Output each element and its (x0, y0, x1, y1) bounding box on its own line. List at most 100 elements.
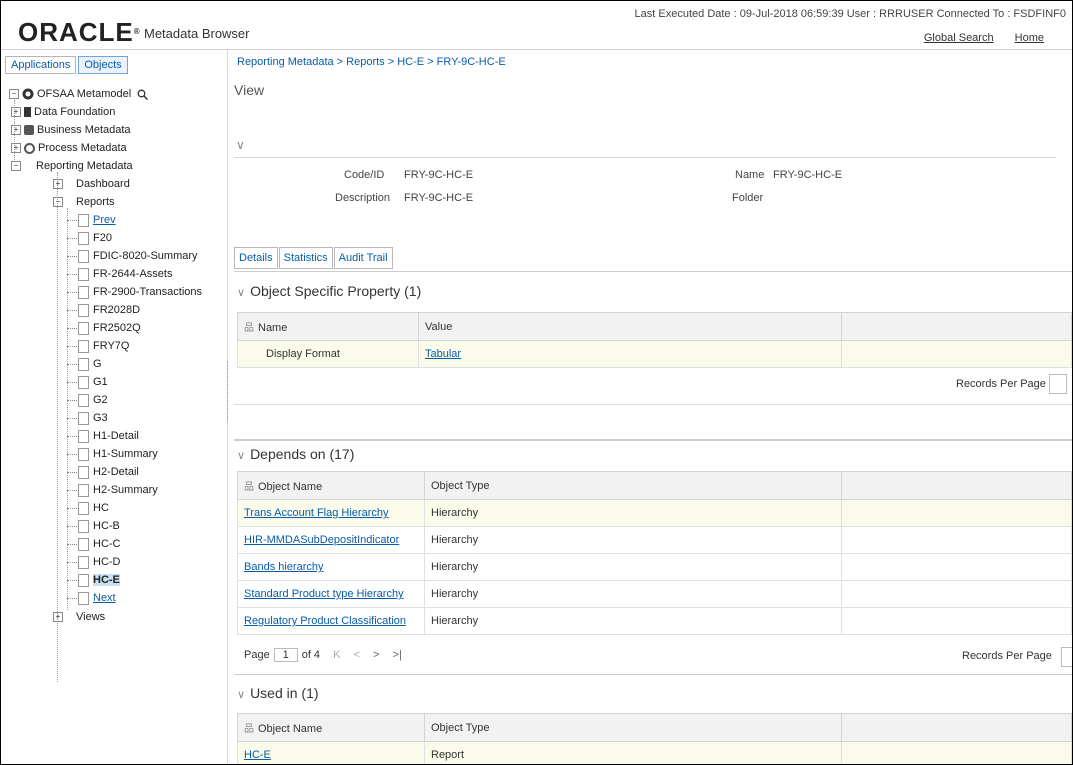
tab-objects[interactable]: Objects (78, 56, 128, 74)
breadcrumb[interactable]: Reporting Metadata > Reports > HC-E > FR… (237, 56, 506, 68)
main-content: Reporting Metadata > Reports > HC-E > FR… (234, 50, 1072, 764)
expand-icon[interactable]: + (53, 179, 63, 190)
tree-item-report[interactable]: FRY7Q (67, 338, 129, 354)
tree-item-report[interactable]: HC-C (67, 536, 121, 552)
table-header-row: 品 Object Name Object Type (237, 713, 1072, 742)
collapse-icon[interactable]: − (9, 89, 19, 100)
next-page-icon[interactable]: > (373, 649, 379, 661)
description-label: Description (335, 192, 391, 204)
tree-item-report[interactable]: FR2502Q (67, 320, 141, 336)
code-label: Code/ID (344, 169, 385, 181)
tree-item-report[interactable]: F20 (67, 230, 112, 246)
tree-item-report[interactable]: H2-Summary (67, 482, 158, 498)
tree-item-reports[interactable]: − Reports (53, 194, 115, 210)
tree-item-report[interactable]: H1-Detail (67, 428, 139, 444)
collapse-icon[interactable]: − (11, 161, 21, 172)
previous-page-icon[interactable]: < (354, 649, 360, 661)
tree-item-report[interactable]: HC (67, 500, 109, 516)
document-icon (78, 249, 89, 263)
value-link[interactable]: Tabular (425, 348, 461, 360)
depends-table: 品 Object Name Object Type Trans Account F… (237, 471, 1072, 635)
home-link[interactable]: Home (1015, 32, 1044, 44)
folder-label: Folder (732, 192, 764, 204)
expand-icon[interactable]: + (11, 143, 21, 154)
table-header-row: 品 Name Value (237, 312, 1072, 341)
database-icon (24, 107, 31, 118)
tree-root[interactable]: − OFSAA Metamodel (9, 86, 149, 102)
records-per-page-label: Records Per Page (962, 650, 1052, 662)
table-row[interactable]: Display Format Tabular (237, 340, 1072, 368)
document-icon (78, 537, 89, 551)
tree-item-report[interactable]: HC-D (67, 554, 121, 570)
tree-item-dashboard[interactable]: + Dashboard (53, 176, 130, 192)
metamodel-icon (22, 88, 34, 100)
used-in-panel: ∨ Used in (1) 品 Object Name Object Type HC… (234, 674, 1072, 764)
last-page-icon[interactable]: >| (393, 649, 402, 661)
tree-item-report[interactable]: FR-2900-Transactions (67, 284, 202, 300)
chevron-down-icon[interactable]: ∨ (236, 138, 245, 152)
tree-item-data-foundation[interactable]: + Data Foundation (11, 104, 115, 120)
session-info: Last Executed Date : 09-Jul-2018 06:59:3… (634, 8, 1066, 20)
tree-item-prev[interactable]: Prev (67, 212, 116, 228)
tree-item-report[interactable]: G2 (67, 392, 108, 408)
tree-item-report[interactable]: H1-Summary (67, 446, 158, 462)
tree-item-reporting-metadata[interactable]: − Reporting Metadata (11, 158, 133, 174)
table-row[interactable]: HIR-MMDASubDepositIndicator Hierarchy (237, 526, 1072, 554)
used-in-table: 品 Object Name Object Type HC-E Report (237, 713, 1072, 764)
hierarchy-icon: 品 (244, 482, 254, 493)
tree-item-report[interactable]: FR2028D (67, 302, 140, 318)
records-per-page-input[interactable] (1049, 374, 1067, 394)
description-value: FRY-9C-HC-E (404, 192, 474, 204)
document-icon (78, 375, 89, 389)
expand-icon[interactable]: + (11, 125, 21, 136)
expand-icon[interactable]: + (53, 612, 63, 623)
section-title[interactable]: ∨ Object Specific Property (1) (237, 283, 421, 299)
section-title[interactable]: ∨ Used in (1) (237, 685, 319, 701)
collapse-icon[interactable]: − (53, 197, 63, 208)
document-icon (78, 321, 89, 335)
tab-details[interactable]: Details (234, 247, 278, 269)
table-row[interactable]: Trans Account Flag Hierarchy Hierarchy (237, 499, 1072, 527)
business-icon (24, 125, 34, 136)
tab-statistics[interactable]: Statistics (278, 247, 333, 269)
table-row[interactable]: Regulatory Product Classification Hierarc… (237, 607, 1072, 635)
tree-item-views[interactable]: + Views (53, 609, 105, 625)
properties-table: 品 Name Value Display Format Tabular (237, 312, 1072, 368)
tree-item-business-metadata[interactable]: + Business Metadata (11, 122, 131, 138)
page-number-input[interactable]: 1 (273, 648, 298, 662)
global-search-link[interactable]: Global Search (924, 32, 994, 44)
search-icon[interactable] (137, 89, 149, 100)
document-icon (78, 573, 89, 587)
app-title: Metadata Browser (144, 26, 250, 41)
code-value: FRY-9C-HC-E (404, 169, 474, 181)
expand-icon[interactable]: + (11, 107, 21, 118)
tab-audit-trail[interactable]: Audit Trail (333, 247, 393, 269)
tree-item-process-metadata[interactable]: + Process Metadata (11, 140, 127, 156)
detail-tabs: Details Statistics Audit Trail (234, 247, 394, 269)
tree-item-next[interactable]: Next (67, 590, 116, 606)
tree-item-report-selected[interactable]: HC-E (67, 572, 120, 588)
panel-splitter[interactable] (227, 361, 234, 421)
tree-item-report[interactable]: G1 (67, 374, 108, 390)
tree-item-report[interactable]: H2-Detail (67, 464, 139, 480)
records-per-page-input[interactable] (1061, 647, 1072, 667)
app-frame: ORACLE® Metadata Browser Last Executed D… (0, 0, 1073, 765)
table-row[interactable]: Standard Product type Hierarchy Hierarchy (237, 580, 1072, 608)
tree-item-report[interactable]: FR-2644-Assets (67, 266, 172, 282)
left-panel: Applications Objects − OFSAA Metamodel + Da… (1, 50, 228, 764)
first-page-icon[interactable]: K (333, 649, 340, 661)
pagination: Page 1 of 4 K < > >| (244, 648, 402, 662)
name-label: Name (735, 169, 765, 181)
tree-item-report[interactable]: G3 (67, 410, 108, 426)
tree-item-report[interactable]: G (67, 356, 102, 372)
oracle-logo: ORACLE® (18, 17, 141, 47)
tree-item-report[interactable]: FDIC-8020-Summary (67, 248, 198, 264)
table-row[interactable]: Bands hierarchy Hierarchy (237, 553, 1072, 581)
tab-applications[interactable]: Applications (5, 56, 77, 74)
table-header-row: 品 Object Name Object Type (237, 471, 1072, 500)
tree-item-report[interactable]: HC-B (67, 518, 120, 534)
table-row[interactable]: HC-E Report (237, 741, 1072, 764)
view-label: View (234, 82, 265, 98)
document-icon (78, 357, 89, 371)
section-title[interactable]: ∨ Depends on (17) (237, 446, 354, 462)
